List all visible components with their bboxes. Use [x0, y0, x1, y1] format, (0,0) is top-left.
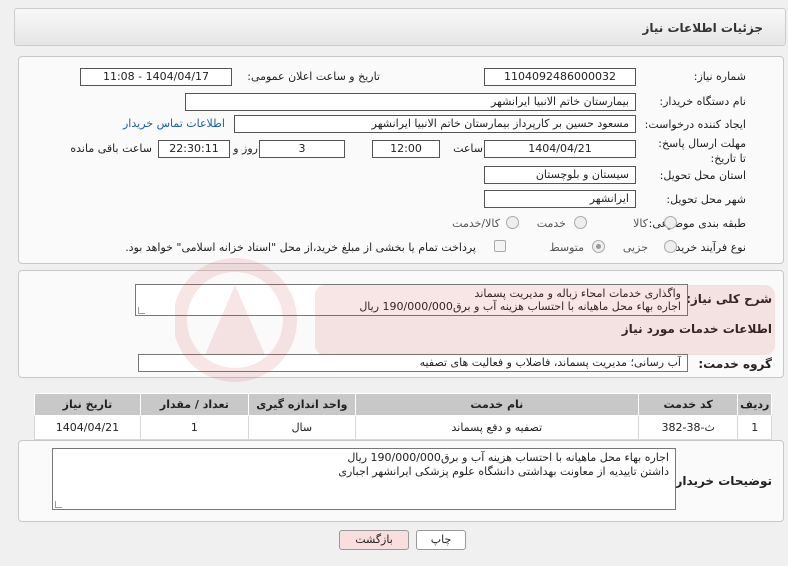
print-button[interactable]: چاپ	[416, 530, 466, 550]
city-field: ایرانشهر	[484, 190, 636, 208]
col-unit: واحد اندازه گیری	[247, 393, 356, 416]
cell-service-name: تصفیه و دفع پسماند	[354, 415, 639, 440]
remaining-label: ساعت باقی مانده	[70, 142, 152, 155]
buyer-notes-label: توضیحات خریدار:	[670, 474, 772, 488]
page-title: جزئیات اطلاعات نیاز	[642, 21, 763, 35]
buyer-org-label: نام دستگاه خریدار:	[659, 95, 746, 108]
category-radio-service[interactable]	[574, 216, 587, 229]
resize-handle-icon[interactable]	[55, 501, 62, 508]
need-number-field: 1104092486000032	[484, 68, 636, 86]
creator-field: مسعود حسین بر کارپرداز بیمارستان خاتم ال…	[234, 115, 636, 133]
services-heading: اطلاعات خدمات مورد نیاز	[621, 322, 772, 336]
back-button[interactable]: بازگشت	[339, 530, 409, 550]
treasury-payment-note: پرداخت تمام یا بخشی از مبلغ خرید،از محل …	[125, 241, 476, 254]
cell-service-code: ث-38-382	[637, 415, 739, 440]
buyer-notes-textarea[interactable]: اجاره بهاء محل ماهیانه با احتساب هزینه آ…	[52, 448, 676, 510]
process-option-medium: متوسط	[549, 241, 584, 254]
announce-datetime-field: 1404/04/17 - 11:08	[80, 68, 232, 86]
category-option-goods: کالا	[633, 217, 648, 230]
remaining-time-field: 22:30:11	[158, 140, 230, 158]
summary-label: شرح کلی نیاز:	[686, 292, 772, 306]
col-need-date: تاریخ نیاز	[34, 393, 141, 416]
category-radio-goods-service[interactable]	[506, 216, 519, 229]
process-radio-medium[interactable]	[592, 240, 605, 253]
col-quantity: تعداد / مقدار	[139, 393, 249, 416]
cell-row-number: 1	[737, 415, 772, 440]
buyer-org-field: بیمارستان خاتم الانبیا ایرانشهر	[185, 93, 636, 111]
need-number-label: شماره نیاز:	[693, 70, 746, 83]
province-field: سیستان و بلوچستان	[484, 166, 636, 184]
buyer-notes-line-2: داشتن تاییدیه از معاونت بهداشتی دانشگاه …	[338, 465, 669, 478]
service-group-label: گروه خدمت:	[698, 357, 772, 371]
days-label: روز و	[233, 142, 258, 155]
cell-unit: سال	[247, 415, 356, 440]
treasury-payment-checkbox[interactable]	[494, 240, 506, 252]
process-option-minor: جزیی	[622, 241, 648, 254]
creator-label: ایجاد کننده درخواست:	[644, 118, 746, 131]
page-header: جزئیات اطلاعات نیاز	[14, 8, 786, 46]
contact-info-link[interactable]: اطلاعات تماس خریدار	[123, 117, 225, 130]
cell-need-date: 1404/04/21	[34, 415, 141, 440]
category-option-goods-service: کالا/خدمت	[452, 217, 500, 230]
deadline-time-label: ساعت	[453, 142, 483, 155]
summary-line-2: اجاره بهاء محل ماهیانه با احتساب هزینه آ…	[359, 300, 681, 313]
summary-textarea[interactable]: واگذاری خدمات امحاء زباله و مدیریت پسمان…	[135, 284, 688, 316]
days-field: 3	[259, 140, 345, 158]
buyer-notes-line-1: اجاره بهاء محل ماهیانه با احتساب هزینه آ…	[347, 451, 669, 464]
announce-label: تاریخ و ساعت اعلان عمومی:	[247, 70, 380, 83]
process-radio-minor[interactable]	[664, 240, 677, 253]
deadline-label: مهلت ارسال پاسخ: تا تاریخ:	[658, 137, 746, 165]
services-table: ردیف کد خدمت نام خدمت واحد اندازه گیری ت…	[34, 393, 772, 440]
province-label: استان محل تحویل:	[659, 169, 746, 182]
process-type-label: نوع فرآیند خرید :	[668, 241, 746, 254]
city-label: شهر محل تحویل:	[666, 193, 746, 206]
category-option-service: خدمت	[536, 217, 566, 230]
resize-handle-icon[interactable]	[138, 307, 145, 314]
table-row: 1 ث-38-382 تصفیه و دفع پسماند سال 1 1404…	[34, 415, 772, 440]
col-service-name: نام خدمت	[354, 393, 639, 416]
service-group-field: آب رسانی؛ مدیریت پسماند، فاضلاب و فعالیت…	[138, 354, 688, 372]
table-header-row: ردیف کد خدمت نام خدمت واحد اندازه گیری ت…	[34, 393, 772, 416]
summary-line-1: واگذاری خدمات امحاء زباله و مدیریت پسمان…	[474, 287, 681, 300]
deadline-date-field: 1404/04/21	[484, 140, 636, 158]
cell-quantity: 1	[139, 415, 249, 440]
deadline-time-field: 12:00	[372, 140, 440, 158]
col-service-code: کد خدمت	[637, 393, 739, 416]
category-radio-goods[interactable]	[664, 216, 677, 229]
col-row-number: ردیف	[737, 393, 772, 416]
